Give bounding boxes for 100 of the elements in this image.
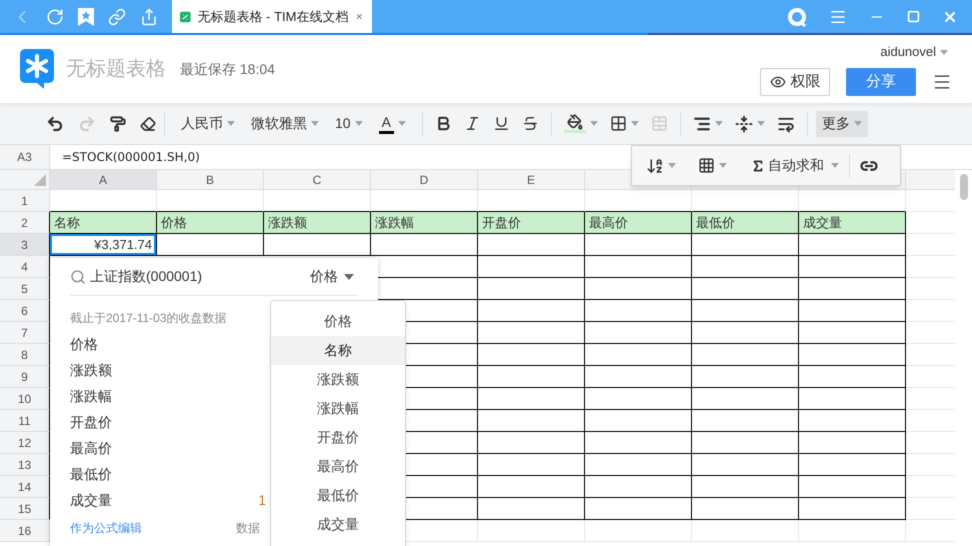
- table-cell[interactable]: [478, 344, 585, 366]
- table-cell[interactable]: [692, 256, 799, 278]
- table-cell[interactable]: [692, 344, 799, 366]
- number-format-dropdown[interactable]: 人民币: [173, 113, 243, 134]
- table-cell[interactable]: 名称: [50, 212, 157, 234]
- table-cell[interactable]: [585, 454, 692, 476]
- table-cell[interactable]: [585, 278, 692, 300]
- bookmark-star-icon[interactable]: [78, 8, 94, 26]
- autosum-button[interactable]: 自动求和: [751, 155, 839, 176]
- table-cell[interactable]: [478, 366, 585, 388]
- table-cell[interactable]: [692, 366, 799, 388]
- table-cell[interactable]: [585, 476, 692, 498]
- row-header[interactable]: 14: [0, 476, 50, 498]
- table-cell[interactable]: [478, 476, 585, 498]
- browser-tab[interactable]: 无标题表格 - TIM在线文档: [172, 0, 372, 33]
- column-header[interactable]: E: [478, 170, 585, 190]
- dropdown-option[interactable]: 涨跌额: [271, 365, 405, 394]
- column-header[interactable]: B: [157, 170, 264, 190]
- undo-icon[interactable]: [46, 114, 64, 132]
- table-cell[interactable]: [799, 388, 906, 410]
- table-cell[interactable]: [478, 322, 585, 344]
- align-icon[interactable]: [692, 114, 711, 132]
- vertical-align-icon[interactable]: [734, 114, 753, 132]
- table-cell[interactable]: [478, 300, 585, 322]
- table-cell[interactable]: [585, 432, 692, 454]
- table-cell[interactable]: [799, 234, 906, 256]
- dropdown-option[interactable]: 成交量: [271, 510, 405, 539]
- table-cell[interactable]: [478, 432, 585, 454]
- row-header[interactable]: 5: [0, 278, 50, 300]
- table-cell[interactable]: ¥3,371.74: [50, 234, 157, 256]
- table-cell[interactable]: [692, 476, 799, 498]
- dropdown-option[interactable]: 最高价: [271, 452, 405, 481]
- refresh-icon[interactable]: [46, 8, 64, 26]
- table-cell[interactable]: [799, 454, 906, 476]
- formula-text[interactable]: =STOCK(000001.SH,0): [62, 148, 200, 166]
- table-cell[interactable]: [478, 278, 585, 300]
- table-cell[interactable]: [692, 432, 799, 454]
- table-cell[interactable]: [157, 234, 264, 256]
- table-cell[interactable]: [585, 256, 692, 278]
- dropdown-option[interactable]: 涨跌幅: [271, 394, 405, 423]
- table-cell[interactable]: [799, 322, 906, 344]
- table-cell[interactable]: 涨跌额: [264, 212, 371, 234]
- fill-color-icon[interactable]: [564, 114, 586, 133]
- font-size-dropdown[interactable]: 10: [327, 113, 371, 134]
- table-cell[interactable]: [478, 388, 585, 410]
- table-cell[interactable]: [585, 300, 692, 322]
- sort-icon[interactable]: [646, 156, 664, 174]
- table-cell[interactable]: [585, 344, 692, 366]
- table-cell[interactable]: [799, 366, 906, 388]
- row-header[interactable]: 15: [0, 498, 50, 520]
- table-cell[interactable]: [585, 234, 692, 256]
- table-cell[interactable]: [692, 234, 799, 256]
- table-cell[interactable]: [264, 234, 371, 256]
- table-cell[interactable]: [478, 454, 585, 476]
- table-cell[interactable]: [692, 300, 799, 322]
- strikethrough-icon[interactable]: [522, 115, 539, 132]
- row-header[interactable]: 8: [0, 344, 50, 366]
- cell-reference[interactable]: A3: [0, 145, 50, 169]
- eraser-icon[interactable]: [140, 116, 156, 132]
- table-cell[interactable]: [799, 300, 906, 322]
- filter-grid-icon[interactable]: [698, 157, 715, 174]
- stock-query[interactable]: 上证指数(000001): [90, 266, 202, 287]
- row-header[interactable]: 2: [0, 212, 50, 234]
- dropdown-option[interactable]: 名称: [271, 336, 405, 365]
- merge-cells-icon[interactable]: [650, 115, 668, 132]
- table-cell[interactable]: [478, 234, 585, 256]
- font-color-button[interactable]: A: [370, 114, 414, 134]
- table-cell[interactable]: [478, 256, 585, 278]
- more-button[interactable]: 更多: [816, 110, 868, 136]
- row-header[interactable]: 1: [0, 190, 50, 212]
- table-cell[interactable]: [585, 366, 692, 388]
- table-cell[interactable]: [478, 498, 585, 520]
- row-header[interactable]: 3: [0, 234, 50, 256]
- column-header[interactable]: C: [264, 170, 371, 190]
- table-cell[interactable]: [799, 344, 906, 366]
- table-cell[interactable]: 最低价: [692, 212, 799, 234]
- table-cell[interactable]: [585, 388, 692, 410]
- dropdown-option[interactable]: 开盘价: [271, 423, 405, 452]
- row-header[interactable]: 10: [0, 388, 50, 410]
- field-selector[interactable]: 价格: [310, 266, 358, 287]
- table-cell[interactable]: [799, 476, 906, 498]
- dropdown-option[interactable]: 最低价: [271, 481, 405, 510]
- underline-icon[interactable]: [492, 115, 510, 132]
- row-header[interactable]: 11: [0, 410, 50, 432]
- dropdown-option[interactable]: 价格: [271, 307, 405, 336]
- table-cell[interactable]: [692, 322, 799, 344]
- maximize-icon[interactable]: [907, 10, 920, 23]
- table-cell[interactable]: 开盘价: [478, 212, 585, 234]
- permission-button[interactable]: 权限: [760, 68, 830, 96]
- table-cell[interactable]: 涨跌幅: [371, 212, 478, 234]
- table-cell[interactable]: [692, 388, 799, 410]
- table-cell[interactable]: [585, 410, 692, 432]
- table-cell[interactable]: [799, 410, 906, 432]
- table-cell[interactable]: [799, 498, 906, 520]
- table-cell[interactable]: [478, 410, 585, 432]
- table-cell[interactable]: [371, 234, 478, 256]
- table-cell[interactable]: [585, 322, 692, 344]
- q-logo-icon[interactable]: [787, 6, 807, 26]
- column-header[interactable]: A: [50, 170, 157, 190]
- row-header[interactable]: 13: [0, 454, 50, 476]
